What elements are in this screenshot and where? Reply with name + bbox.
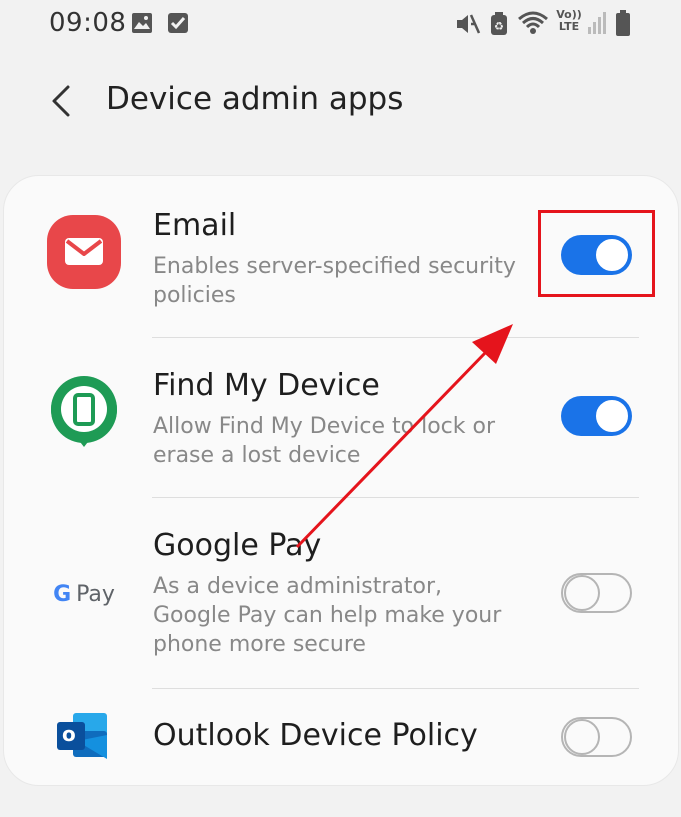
device-admin-screen: 09:08 ♻ Vo)) LTE Device admin apps Email…	[0, 0, 681, 817]
annotation-arrow	[295, 324, 513, 549]
